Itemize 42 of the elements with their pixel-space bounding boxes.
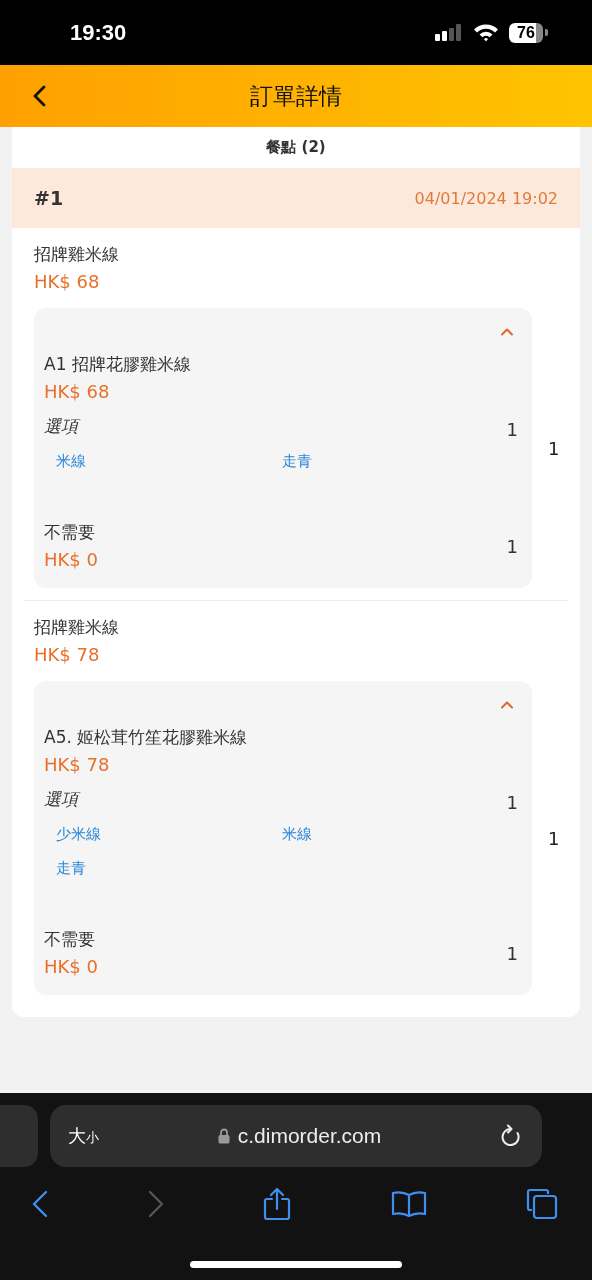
- page-title: 訂單詳情: [250, 81, 342, 111]
- item-name: 招牌雞米線: [34, 243, 119, 266]
- share-icon[interactable]: [263, 1187, 291, 1221]
- option-tag: 少米線: [44, 817, 101, 851]
- chevron-up-icon[interactable]: [500, 699, 514, 709]
- option-tag: 米線: [44, 444, 86, 478]
- back-icon[interactable]: [32, 1190, 48, 1218]
- option-tag: 走青: [44, 851, 86, 885]
- extra-quantity: 1: [506, 942, 518, 964]
- extra-name: 不需要: [44, 928, 95, 951]
- set-name: A1 招牌花膠雞米線: [44, 353, 191, 376]
- set-price: HK$ 68: [44, 380, 110, 404]
- address-bar[interactable]: 大小 c.dimorder.com: [50, 1105, 542, 1167]
- lock-icon: [217, 1128, 230, 1144]
- extra-price: HK$ 0: [44, 955, 98, 979]
- reload-icon[interactable]: [500, 1124, 522, 1148]
- options-quantity: 1: [506, 792, 518, 813]
- set-name: A5. 姬松茸竹笙花膠雞米線: [44, 726, 248, 749]
- extra-price: HK$ 0: [44, 548, 98, 572]
- item-price: HK$ 78: [34, 643, 100, 667]
- bookmarks-icon[interactable]: [390, 1190, 427, 1218]
- extra-quantity: 1: [506, 535, 518, 557]
- options-quantity: 1: [506, 419, 518, 440]
- status-time: 19:30: [70, 19, 127, 46]
- set-price: HK$ 78: [44, 753, 110, 777]
- text-size-button[interactable]: 大小: [68, 1124, 99, 1148]
- signal-icon: [435, 23, 463, 42]
- wifi-icon: [473, 23, 499, 42]
- extra-name: 不需要: [44, 521, 95, 544]
- option-tag: 米線: [270, 817, 312, 851]
- item-quantity: 1: [548, 827, 560, 849]
- back-button[interactable]: [32, 84, 48, 108]
- url-text: c.dimorder.com: [237, 1124, 382, 1148]
- tabs-icon[interactable]: [526, 1188, 558, 1220]
- option-tag: 走青: [270, 444, 312, 478]
- section-title: 餐點 (2): [266, 138, 326, 157]
- order-number: #1: [34, 187, 64, 209]
- item-quantity: 1: [548, 437, 560, 459]
- order-datetime: 04/01/2024 19:02: [414, 188, 558, 208]
- item-price: HK$ 68: [34, 270, 100, 294]
- chevron-up-icon[interactable]: [500, 326, 514, 336]
- item-name: 招牌雞米線: [34, 616, 119, 639]
